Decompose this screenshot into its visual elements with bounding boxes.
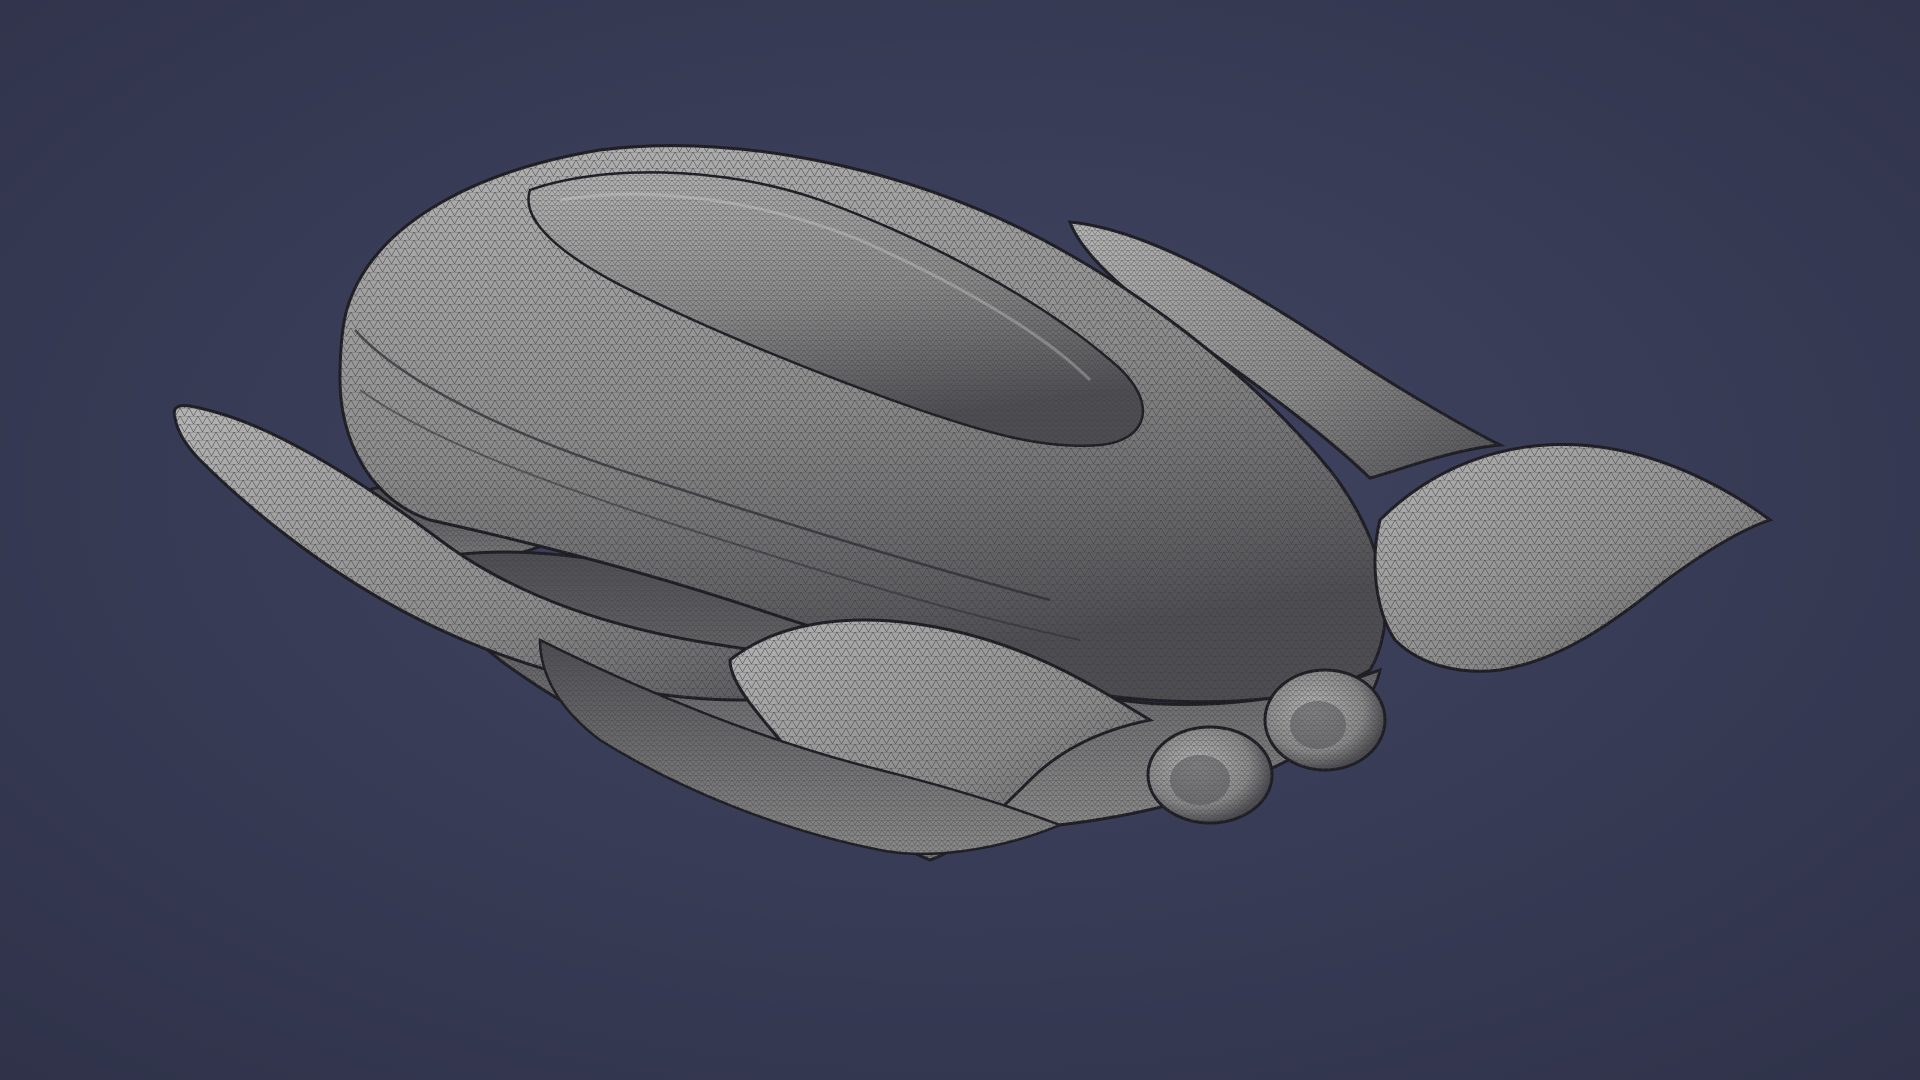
viewport-canvas[interactable] <box>0 0 1920 1080</box>
nose-pod-left[interactable] <box>1146 725 1274 825</box>
nose-pod-right[interactable] <box>1263 668 1387 772</box>
3d-viewport[interactable] <box>0 0 1920 1080</box>
